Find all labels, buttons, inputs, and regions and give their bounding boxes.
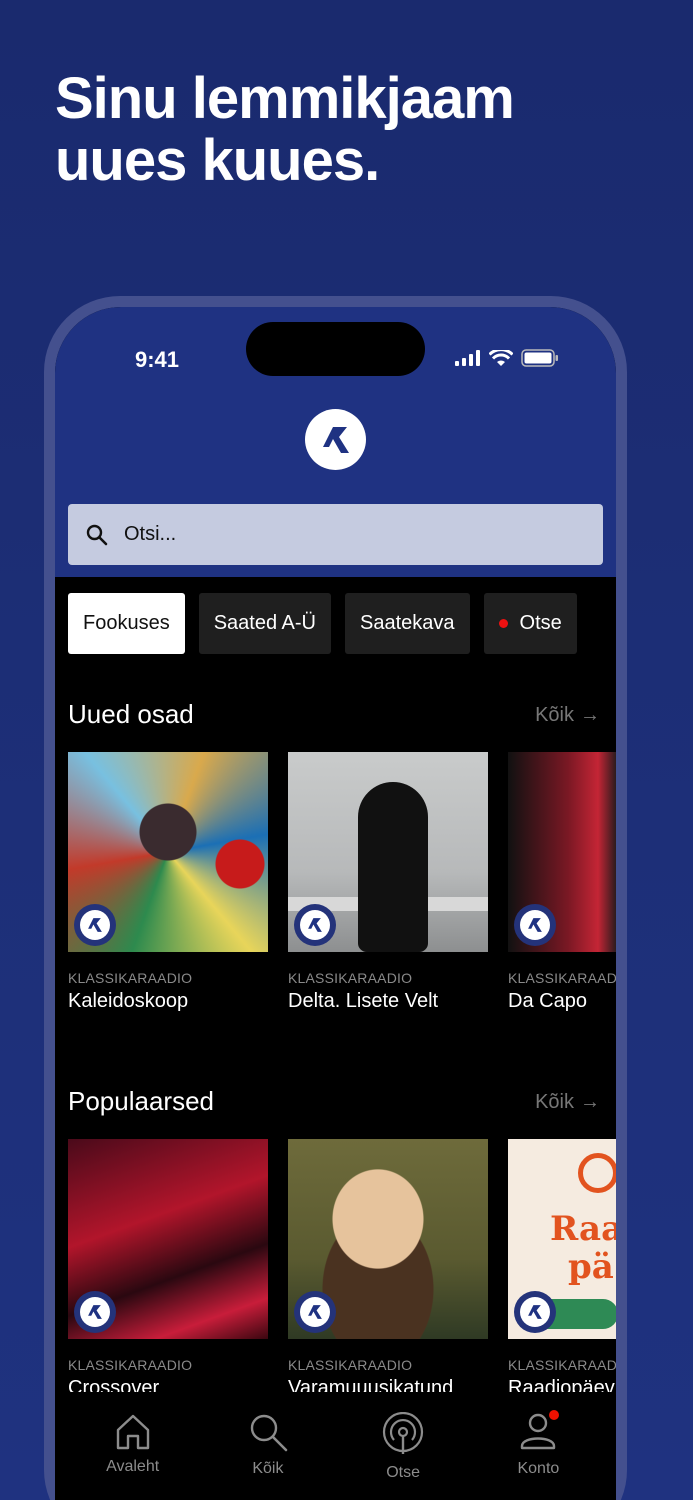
episode-artwork (68, 752, 268, 952)
chip-saatekava[interactable]: Saatekava (345, 593, 470, 654)
episode-card[interactable]: KLASSIKARAADIO Kaleidoskoop (68, 752, 268, 1013)
notification-dot (549, 1410, 560, 1420)
phone-frame: 9:41 Otsi... Fookuses Saated A-Ü Saateka… (44, 296, 627, 1500)
dynamic-island (246, 322, 425, 376)
see-all-label: Kõik (535, 704, 574, 726)
episode-artwork (288, 752, 488, 952)
section-title-new-episodes: Uued osad (68, 699, 194, 729)
chip-label: Fookuses (83, 612, 170, 634)
tab-konto[interactable]: Konto (483, 1410, 593, 1500)
arrow-right-icon: → (580, 704, 600, 726)
k-logo-icon (88, 918, 102, 932)
artwork-sun (578, 1153, 616, 1193)
episode-artwork: Raa pä (508, 1139, 616, 1339)
station-badge (74, 1291, 116, 1333)
cellular-signal-icon (455, 350, 480, 366)
episode-card[interactable]: Raa pä KLASSIKARAADIO Raadiopäev (508, 1139, 616, 1400)
card-source: KLASSIKARAADIO (508, 970, 616, 986)
arrow-right-icon: → (580, 1091, 600, 1113)
episode-card[interactable]: KLASSIKARAADIO Da Capo (508, 752, 616, 1013)
bottom-tab-bar: Avaleht Kõik Otse Konto (55, 1392, 616, 1500)
tab-label: Otse (386, 1464, 421, 1481)
chip-label: Saatekava (360, 612, 455, 634)
artwork-text-2: pä (568, 1247, 614, 1287)
k-logo-icon (88, 1305, 102, 1319)
card-source: KLASSIKARAADIO (508, 1357, 616, 1373)
station-badge (294, 904, 336, 946)
section-title-popular: Populaarsed (68, 1086, 214, 1116)
episode-artwork (288, 1139, 488, 1339)
chip-otse[interactable]: Otse (483, 593, 577, 654)
search-icon (86, 524, 108, 545)
filter-chips: Fookuses Saated A-Ü Saatekava Otse (68, 593, 577, 654)
promo-headline: Sinu lemmikjaam uues kuues. (55, 66, 515, 193)
card-source: KLASSIKARAADIO (288, 970, 413, 986)
episode-artwork (68, 1139, 268, 1339)
tab-label: Avaleht (106, 1458, 160, 1475)
k-logo-icon (528, 918, 542, 932)
see-all-new-episodes[interactable]: Kõik → (535, 704, 600, 727)
chip-saated[interactable]: Saated A-Ü (198, 593, 332, 654)
station-badge (514, 904, 556, 946)
card-source: KLASSIKARAADIO (68, 1357, 193, 1373)
card-title: Delta. Lisete Velt (288, 990, 439, 1012)
card-title: Kaleidoskoop (68, 990, 189, 1012)
k-logo-icon (528, 1305, 542, 1319)
station-badge (514, 1291, 556, 1333)
card-source: KLASSIKARAADIO (288, 1357, 413, 1373)
artwork-person (358, 782, 428, 952)
popular-row: KLASSIKARAADIO Crossover KLASSIKARAADIO … (68, 1139, 616, 1400)
artwork-text-1: Raa (550, 1209, 616, 1249)
headline-line-2: uues kuues. (55, 128, 380, 193)
k-logo-icon (308, 1305, 322, 1319)
tab-avaleht[interactable]: Avaleht (78, 1412, 188, 1500)
station-badge (294, 1291, 336, 1333)
tab-otse[interactable]: Otse (348, 1412, 458, 1500)
k-logo-icon (308, 918, 322, 932)
card-title: Da Capo (508, 990, 587, 1012)
battery-icon (521, 349, 558, 367)
station-badge (74, 904, 116, 946)
episode-card[interactable]: KLASSIKARAADIO Varamuuusikatund (288, 1139, 488, 1400)
tab-label: Kõik (252, 1460, 284, 1477)
episode-card[interactable]: KLASSIKARAADIO Delta. Lisete Velt (288, 752, 488, 1013)
broadcast-icon (383, 1412, 424, 1454)
home-icon (116, 1414, 149, 1450)
status-icons (455, 349, 559, 367)
live-dot-icon (498, 619, 508, 628)
wifi-icon (489, 349, 513, 366)
episode-card[interactable]: KLASSIKARAADIO Crossover (68, 1139, 268, 1400)
see-all-popular[interactable]: Kõik → (535, 1091, 600, 1114)
chip-label: Saated A-Ü (213, 612, 317, 634)
app-logo[interactable] (305, 409, 366, 470)
search-placeholder: Otsi... (124, 523, 177, 545)
status-time: 9:41 (135, 347, 180, 372)
episode-artwork (508, 752, 616, 952)
search-icon (250, 1414, 288, 1452)
k-logo-icon (322, 426, 349, 453)
chip-fookuses[interactable]: Fookuses (68, 593, 185, 654)
chip-label: Otse (519, 612, 562, 634)
new-episodes-row: KLASSIKARAADIO Kaleidoskoop KLASSIKARAAD… (68, 752, 616, 1013)
card-source: KLASSIKARAADIO (68, 970, 193, 986)
see-all-label: Kõik (535, 1091, 574, 1113)
search-input[interactable]: Otsi... (68, 504, 603, 565)
tab-koik[interactable]: Kõik (213, 1412, 323, 1500)
tab-label: Konto (517, 1460, 560, 1477)
headline-line-1: Sinu lemmikjaam (55, 66, 515, 131)
phone-screen: 9:41 Otsi... Fookuses Saated A-Ü Saateka… (55, 307, 616, 1500)
